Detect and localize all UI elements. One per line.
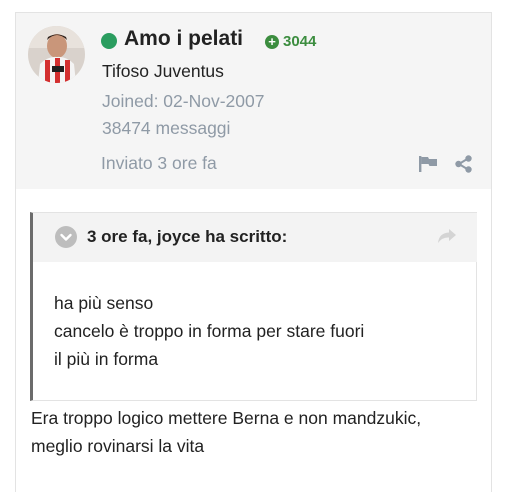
post-timestamp[interactable]: Inviato 3 ore fa — [101, 153, 217, 174]
online-status-icon — [101, 33, 117, 49]
post-line: meglio rovinarsi la vita — [31, 436, 205, 456]
quote-line: cancelo è troppo in forma per stare fuor… — [54, 321, 365, 341]
post-line: Era troppo logico mettere Berna e non ma… — [31, 408, 422, 428]
share-icon[interactable] — [455, 155, 472, 173]
chevron-down-icon[interactable] — [55, 226, 77, 248]
quote-block: 3 ore fa, joyce ha scritto: ha più senso… — [30, 212, 477, 401]
quote-link-icon[interactable] — [437, 228, 457, 244]
post-body: Era troppo logico mettere Berna e non ma… — [31, 404, 421, 460]
quote-header: 3 ore fa, joyce ha scritto: — [33, 213, 477, 262]
author-joined: Joined: 02-Nov-2007 — [102, 91, 265, 111]
post-author-header: Amo i pelati + 3044 Tifoso Juventus Join… — [16, 13, 491, 189]
plus-circle-icon: + — [265, 34, 279, 49]
author-group: Tifoso Juventus — [102, 61, 224, 81]
avatar[interactable] — [28, 26, 85, 83]
quote-line: il più in forma — [54, 349, 159, 369]
reputation-badge[interactable]: + 3044 — [265, 33, 316, 50]
forum-post: Amo i pelati + 3044 Tifoso Juventus Join… — [15, 12, 492, 492]
reputation-count: 3044 — [283, 33, 317, 50]
flag-icon[interactable] — [419, 156, 437, 172]
author-name[interactable]: Amo i pelati — [124, 27, 243, 51]
quote-line: ha più senso — [54, 293, 154, 313]
quote-text: ha più senso cancelo è troppo in forma p… — [54, 289, 364, 373]
author-post-count: 38474 messaggi — [102, 118, 231, 138]
quote-citation: 3 ore fa, joyce ha scritto: — [87, 227, 288, 246]
